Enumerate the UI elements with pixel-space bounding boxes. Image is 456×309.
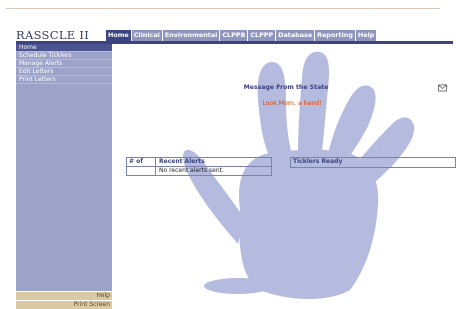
- no-alerts-message: No recent alerts sent.: [159, 167, 224, 174]
- alerts-count-cell: [127, 167, 156, 175]
- sidebar-item-home[interactable]: Home: [16, 44, 112, 52]
- sidebar-footer: Help Print Screen: [16, 291, 112, 309]
- ticklers-ready-panel: Ticklers Ready: [290, 157, 456, 168]
- mail-icon[interactable]: [438, 84, 448, 92]
- sidebar: Home Schedule Ticklers Manage Alerts Edi…: [16, 44, 112, 309]
- sidebar-item-manage-alerts[interactable]: Manage Alerts: [16, 60, 112, 68]
- alerts-count-header: # of: [127, 158, 156, 166]
- help-link[interactable]: Help: [16, 291, 112, 300]
- table-row: No recent alerts sent.: [127, 167, 271, 175]
- app-title: RASSCLE II: [16, 28, 90, 42]
- top-divider: [6, 8, 440, 9]
- ticklers-ready-title: Ticklers Ready: [293, 158, 343, 165]
- alerts-title-header: Recent Alerts: [159, 158, 205, 165]
- message-body: Look Mom, a hand!: [262, 100, 322, 107]
- recent-alerts-header: # of Recent Alerts: [127, 158, 271, 167]
- sidebar-item-print-letters[interactable]: Print Letters: [16, 76, 112, 84]
- tab-clinical[interactable]: Clinical: [131, 30, 162, 41]
- sidebar-item-edit-letters[interactable]: Edit Letters: [16, 68, 112, 76]
- recent-alerts-table: # of Recent Alerts No recent alerts sent…: [126, 157, 272, 176]
- message-heading: Message From the State: [243, 84, 329, 91]
- print-screen-link[interactable]: Print Screen: [16, 300, 112, 309]
- tab-home[interactable]: Home: [106, 30, 131, 41]
- sidebar-item-schedule-ticklers[interactable]: Schedule Ticklers: [16, 52, 112, 60]
